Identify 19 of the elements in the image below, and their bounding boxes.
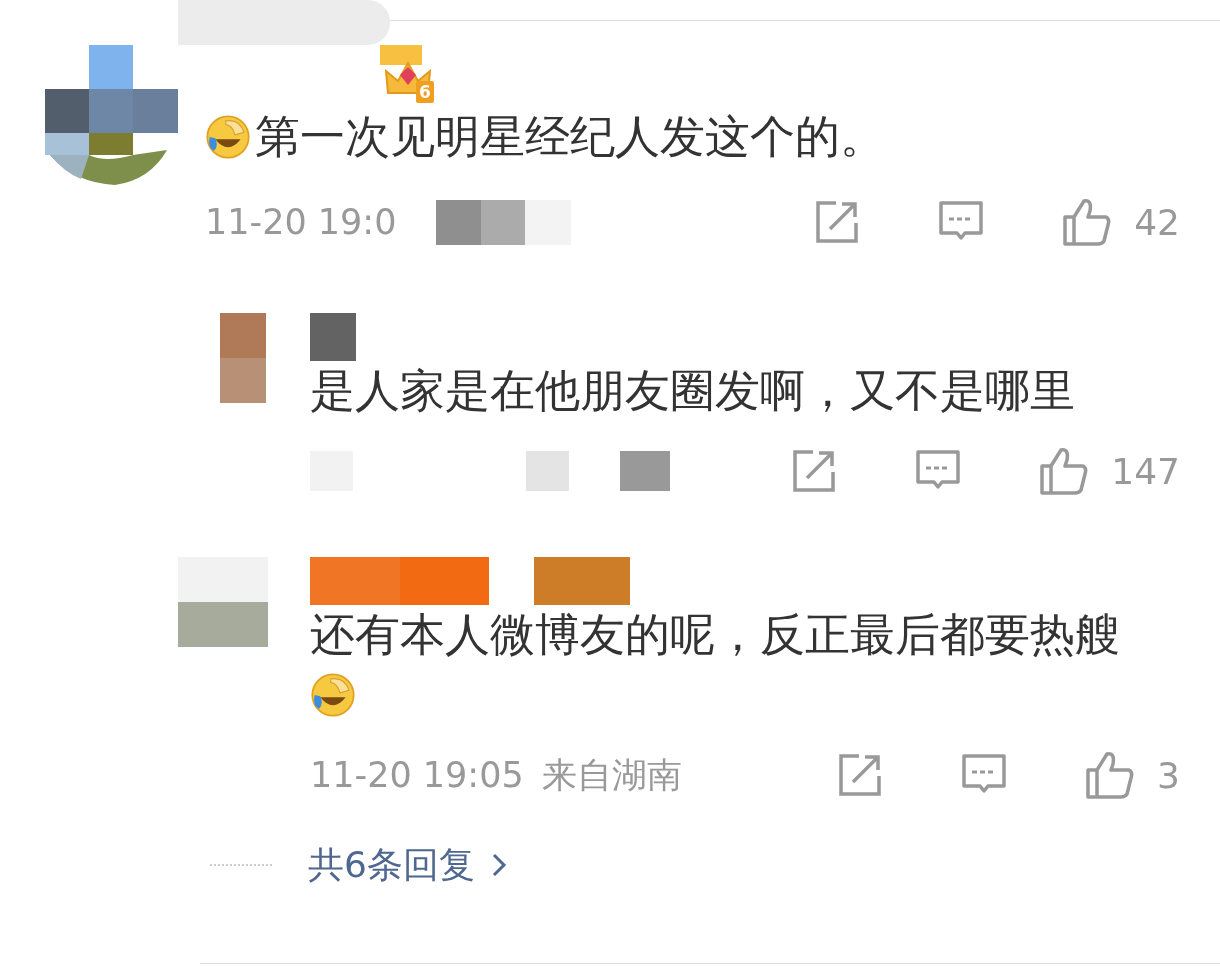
name-mosaic [310, 313, 356, 361]
like-button[interactable]: 147 [1039, 446, 1180, 496]
thumbs-up-icon [1039, 446, 1090, 496]
reply-text: 是人家是在他朋友圈发啊，又不是哪里 [310, 363, 1075, 419]
like-button[interactable]: 3 [1085, 750, 1180, 800]
view-replies-link[interactable]: 共6条回复 [308, 840, 509, 890]
share-icon[interactable] [837, 752, 884, 798]
reply-time: 11-20 19:05 [310, 755, 524, 795]
thumbs-up-icon [1085, 750, 1136, 800]
like-button[interactable]: 42 [1062, 197, 1180, 247]
crown-level-badge: 6 [380, 45, 436, 105]
reply-text: 还有本人微博友的呢，反正最后都要热艘 [310, 607, 1120, 663]
comment-text: 第一次见明星经纪人发这个的。 [255, 109, 885, 165]
comment-time: 11-20 19:0 [205, 202, 397, 242]
share-icon[interactable] [791, 448, 838, 494]
share-icon[interactable] [814, 199, 861, 245]
thumbs-up-icon [1062, 197, 1113, 247]
reply-location: 来自湖南 [541, 753, 682, 797]
dotted-line [210, 864, 272, 866]
